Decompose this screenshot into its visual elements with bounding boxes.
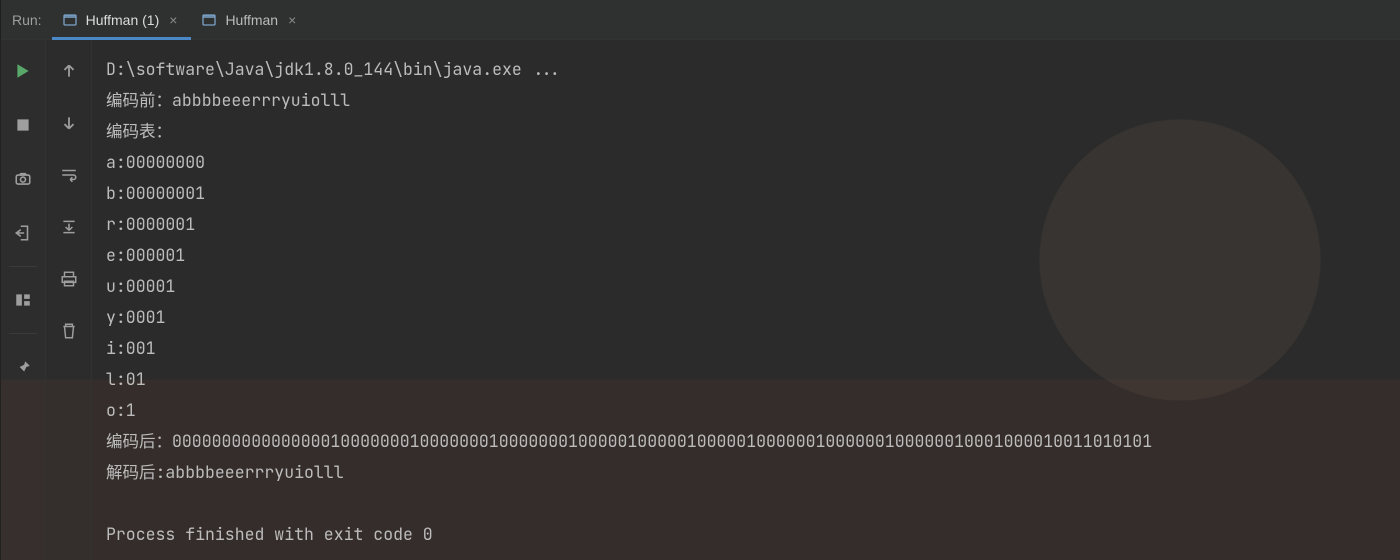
console-line: r:0000001 (106, 209, 1386, 240)
run-tabbar: Run: Huffman (1) × Huffman × (0, 0, 1400, 40)
close-icon[interactable]: × (167, 11, 179, 29)
divider (9, 266, 37, 267)
pin-button[interactable] (10, 354, 36, 380)
console-line: a:00000000 (106, 147, 1386, 178)
dump-threads-button[interactable] (10, 166, 36, 192)
console-line: Process finished with exit code 0 (106, 519, 1386, 550)
tab-huffman[interactable]: Huffman × (191, 0, 310, 40)
rerun-button[interactable] (10, 58, 36, 84)
stop-button[interactable] (10, 112, 36, 138)
tab-label: Huffman (225, 12, 278, 28)
run-label: Run: (6, 12, 52, 28)
console-line: i:001 (106, 333, 1386, 364)
console-line: 编码表： (106, 116, 1386, 147)
console-line: y:0001 (106, 302, 1386, 333)
console-toolbar (46, 40, 92, 560)
scroll-to-end-button[interactable] (56, 214, 82, 240)
console-line: 编码后：000000000000000010000000100000001000… (106, 426, 1386, 457)
clear-all-button[interactable] (56, 318, 82, 344)
console-line: e:000001 (106, 240, 1386, 271)
exit-button[interactable] (10, 220, 36, 246)
console-line: 解码后:abbbbeeerrryuiolll (106, 457, 1386, 488)
console-line: D:\software\Java\jdk1.8.0_144\bin\java.e… (106, 54, 1386, 85)
tab-label: Huffman (1) (86, 12, 160, 28)
console-line (106, 488, 1386, 519)
print-button[interactable] (56, 266, 82, 292)
run-config-icon (201, 12, 217, 28)
left-toolbar (0, 40, 46, 560)
run-panel: D:\software\Java\jdk1.8.0_144\bin\java.e… (0, 40, 1400, 560)
layout-button[interactable] (10, 287, 36, 313)
up-button[interactable] (56, 58, 82, 84)
run-config-icon (62, 12, 78, 28)
soft-wrap-button[interactable] (56, 162, 82, 188)
console-line: 编码前：abbbbeeerrryuiolll (106, 85, 1386, 116)
close-icon[interactable]: × (286, 11, 298, 29)
console-output[interactable]: D:\software\Java\jdk1.8.0_144\bin\java.e… (92, 40, 1400, 560)
console-line: o:1 (106, 395, 1386, 426)
console-line: u:00001 (106, 271, 1386, 302)
down-button[interactable] (56, 110, 82, 136)
console-line: b:00000001 (106, 178, 1386, 209)
tab-huffman-1[interactable]: Huffman (1) × (52, 0, 192, 40)
console-line: l:01 (106, 364, 1386, 395)
divider (9, 333, 37, 334)
